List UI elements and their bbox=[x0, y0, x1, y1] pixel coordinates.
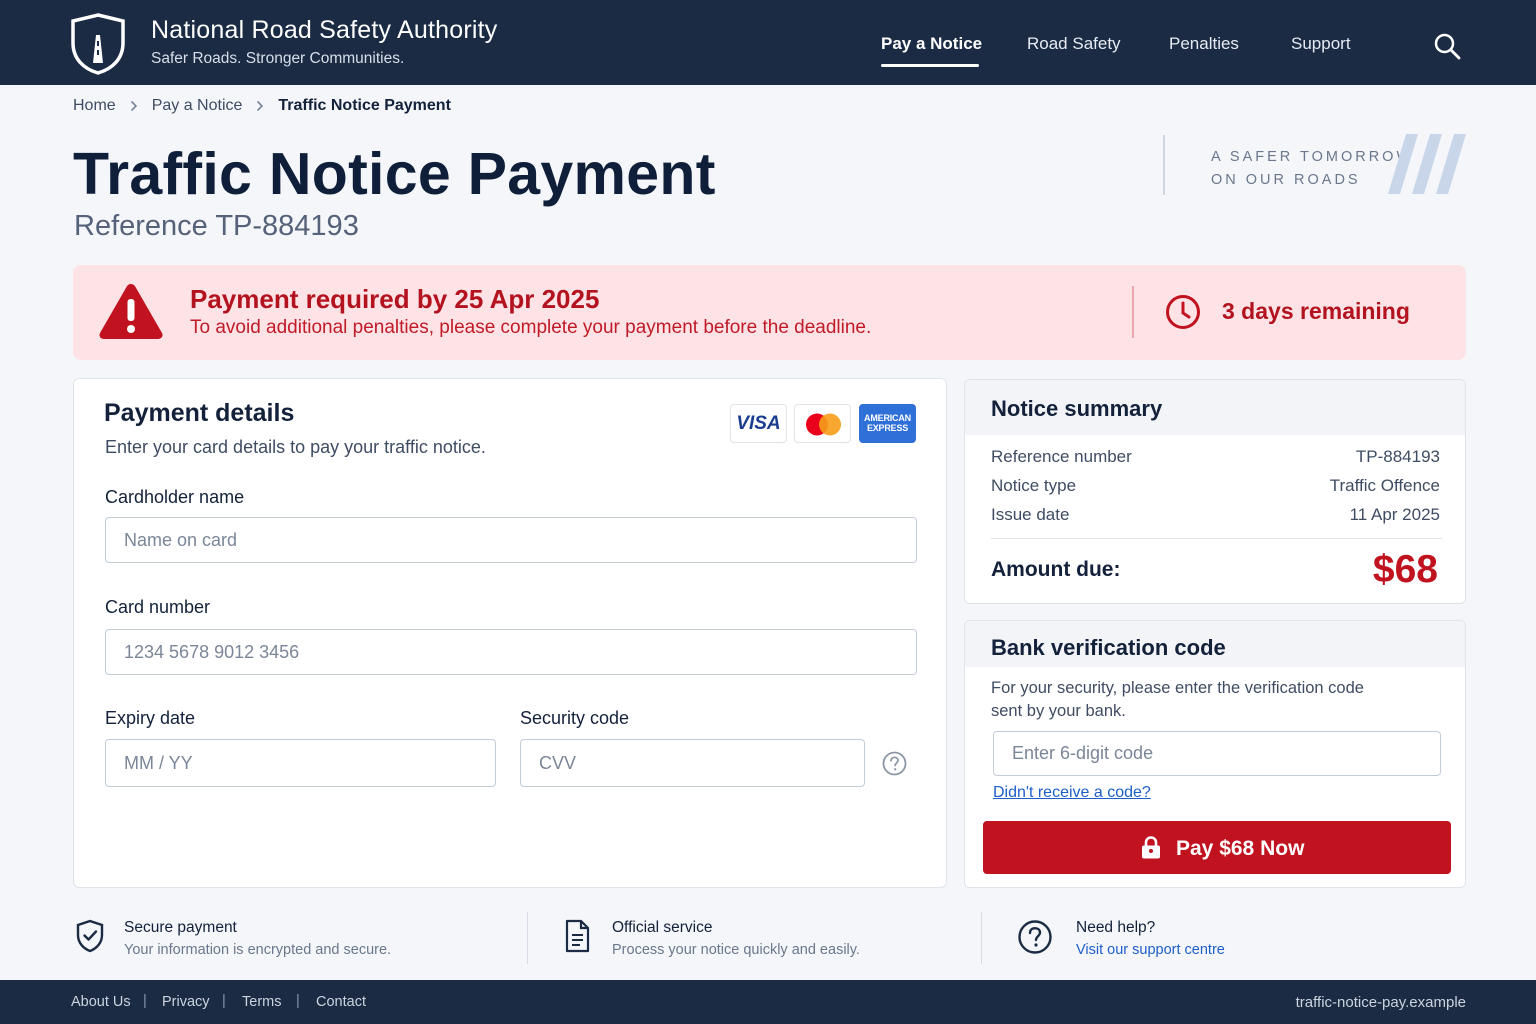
support-centre-link[interactable]: Visit our support centre bbox=[1076, 942, 1225, 958]
breadcrumb: Home Pay a Notice Traffic Notice Payment bbox=[73, 97, 451, 115]
amex-logo-line-2: EXPRESS bbox=[866, 423, 909, 433]
breadcrumb-current: Traffic Notice Payment bbox=[278, 97, 451, 114]
notice-summary-title: Notice summary bbox=[991, 396, 1163, 421]
page-reference: Reference TP-884193 bbox=[74, 210, 359, 242]
document-icon bbox=[565, 919, 590, 953]
amex-logo-line-1: AMERICAN bbox=[864, 413, 911, 423]
site-footer: About Us | Privacy | Terms | Contact tra… bbox=[0, 980, 1536, 1024]
payment-details-subtitle: Enter your card details to pay your traf… bbox=[105, 437, 486, 457]
visa-logo: VISA bbox=[730, 404, 787, 443]
cardholder-name-input[interactable] bbox=[105, 517, 917, 563]
card-number-input[interactable] bbox=[105, 629, 917, 675]
amount-due-label: Amount due: bbox=[991, 558, 1121, 581]
footer-terms-link[interactable]: Terms bbox=[242, 994, 281, 1010]
site-header: National Road Safety Authority Safer Roa… bbox=[0, 0, 1536, 85]
summary-label-notice-type: Notice type bbox=[991, 476, 1077, 495]
footer-separator: | bbox=[222, 993, 226, 1009]
amount-due-value: $68 bbox=[1372, 548, 1438, 591]
summary-label-issue-date: Issue date bbox=[991, 505, 1070, 524]
alert-divider bbox=[1132, 286, 1134, 338]
expiry-date-input[interactable] bbox=[105, 739, 496, 787]
summary-label-reference: Reference number bbox=[991, 447, 1132, 466]
page-title: Traffic Notice Payment bbox=[73, 141, 716, 207]
feature-help-title: Need help? bbox=[1076, 919, 1156, 936]
tagline-divider bbox=[1163, 135, 1165, 195]
feature-official-text: Process your notice quickly and easily. bbox=[612, 942, 860, 958]
alert-title: Payment required by 25 Apr 2025 bbox=[190, 284, 600, 314]
nav-pay-a-notice[interactable]: Pay a Notice bbox=[881, 34, 982, 54]
payment-details-title: Payment details bbox=[104, 399, 295, 427]
nav-road-safety[interactable]: Road Safety bbox=[1027, 34, 1121, 54]
resend-code-link[interactable]: Didn't receive a code? bbox=[993, 784, 1151, 802]
feature-secure-title: Secure payment bbox=[124, 919, 237, 936]
pay-now-button[interactable]: Pay $68 Now bbox=[983, 821, 1451, 874]
pay-now-label: Pay $68 Now bbox=[1176, 837, 1305, 860]
footer-about-link[interactable]: About Us bbox=[71, 994, 131, 1010]
footer-separator: | bbox=[296, 993, 300, 1009]
breadcrumb-home[interactable]: Home bbox=[73, 97, 116, 115]
tagline: A SAFER TOMORROW ON OUR ROADS bbox=[1211, 146, 1413, 192]
security-code-input[interactable] bbox=[520, 739, 865, 787]
notice-summary-card: Notice summary Reference number TP-88419… bbox=[964, 379, 1466, 604]
footer-privacy-link[interactable]: Privacy bbox=[162, 994, 210, 1010]
days-remaining: 3 days remaining bbox=[1222, 298, 1410, 324]
chevron-right-icon bbox=[257, 100, 264, 112]
amex-logo: AMERICAN EXPRESS bbox=[859, 404, 916, 443]
verification-code-input[interactable] bbox=[993, 731, 1441, 776]
bank-verification-card: Bank verification code For your security… bbox=[964, 620, 1466, 888]
chevron-right-icon bbox=[130, 100, 137, 112]
bank-verification-header: Bank verification code bbox=[965, 621, 1465, 667]
search-icon[interactable] bbox=[1432, 31, 1462, 61]
question-circle-icon[interactable] bbox=[882, 751, 907, 776]
lock-icon bbox=[1142, 836, 1160, 859]
feature-official-title: Official service bbox=[612, 919, 713, 936]
nav-penalties[interactable]: Penalties bbox=[1169, 34, 1239, 54]
card-number-label: Card number bbox=[105, 597, 211, 617]
shield-road-icon[interactable] bbox=[70, 13, 126, 75]
nav-support[interactable]: Support bbox=[1291, 34, 1351, 54]
feature-divider bbox=[527, 912, 528, 964]
site-subtitle: Safer Roads. Stronger Communities. bbox=[151, 50, 405, 67]
summary-divider bbox=[991, 538, 1442, 539]
footer-separator: | bbox=[143, 993, 147, 1009]
cardholder-name-label: Cardholder name bbox=[105, 487, 245, 507]
feature-divider bbox=[981, 912, 982, 964]
question-circle-icon bbox=[1018, 920, 1052, 954]
decorative-stripes bbox=[1388, 134, 1466, 194]
expiry-date-label: Expiry date bbox=[105, 708, 196, 728]
notice-summary-header: Notice summary bbox=[965, 380, 1465, 435]
tagline-line-2: ON OUR ROADS bbox=[1211, 172, 1361, 188]
footer-domain: traffic-notice-pay.example bbox=[1295, 994, 1466, 1011]
summary-value-reference: TP-884193 bbox=[1355, 447, 1440, 466]
warning-triangle-icon bbox=[99, 284, 163, 339]
clock-icon bbox=[1166, 295, 1200, 329]
deadline-alert: Payment required by 25 Apr 2025 To avoid… bbox=[73, 265, 1466, 360]
footer-contact-link[interactable]: Contact bbox=[316, 994, 366, 1010]
feature-secure-text: Your information is encrypted and secure… bbox=[124, 942, 392, 958]
breadcrumb-pay-a-notice[interactable]: Pay a Notice bbox=[152, 97, 243, 115]
security-code-label: Security code bbox=[520, 708, 630, 728]
bank-verification-title: Bank verification code bbox=[991, 635, 1226, 660]
mastercard-icon bbox=[794, 404, 851, 443]
tagline-line-1: A SAFER TOMORROW bbox=[1211, 149, 1414, 165]
active-nav-indicator bbox=[881, 64, 979, 67]
summary-value-notice-type: Traffic Offence bbox=[1329, 476, 1440, 495]
alert-text: To avoid additional penalties, please co… bbox=[190, 317, 872, 338]
payment-details-card: Payment details Enter your card details … bbox=[73, 378, 947, 888]
summary-value-issue-date: 11 Apr 2025 bbox=[1349, 505, 1440, 524]
bank-verification-text: For your security, please enter the veri… bbox=[991, 679, 1364, 720]
site-title: National Road Safety Authority bbox=[151, 16, 498, 44]
shield-check-icon bbox=[76, 919, 104, 953]
